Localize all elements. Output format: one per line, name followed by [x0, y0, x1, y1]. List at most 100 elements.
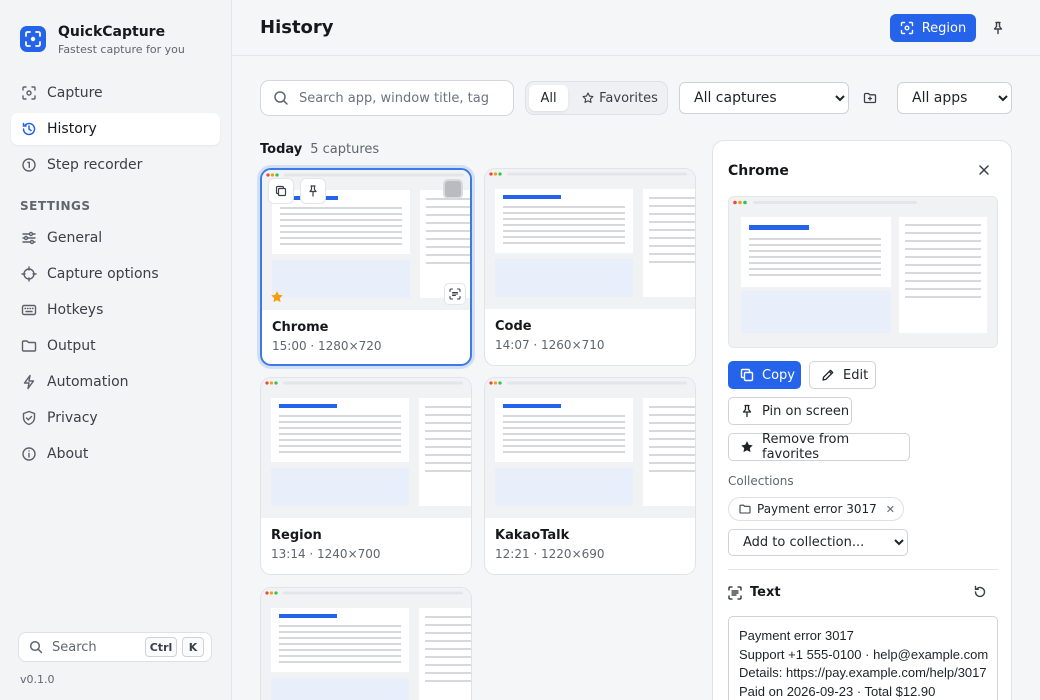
main-nav: Capture History Step recorder — [11, 77, 220, 185]
capture-card-partial[interactable] — [260, 587, 472, 700]
settings-nav: General Capture options Hotkeys Output A… — [11, 222, 220, 474]
text-section-label: Text — [750, 585, 781, 600]
collection-chip-label: Payment error 3017 — [757, 502, 877, 516]
pin-on-screen-button[interactable]: Pin on screen — [728, 397, 852, 425]
page-title: History — [260, 17, 334, 38]
capture-thumbnail — [261, 378, 471, 518]
pin-window-button[interactable] — [988, 18, 1008, 38]
capture-thumbnail — [261, 588, 471, 700]
capture-card-kakaotalk[interactable]: KakaoTalk 12:21 · 1220×690 — [484, 377, 696, 575]
filter-segmented-control: All Favorites — [525, 81, 668, 115]
sidebar-item-capture-options[interactable]: Capture options — [11, 258, 220, 290]
copy-icon — [275, 185, 287, 197]
add-to-collection-select[interactable]: Add to collection... — [728, 529, 908, 556]
capture-card-region[interactable]: Region 13:14 · 1240×700 — [260, 377, 472, 575]
sidebar-item-general[interactable]: General — [11, 222, 220, 254]
capture-type-select[interactable]: All captures — [679, 82, 849, 114]
remove-collection-icon[interactable]: ✕ — [886, 503, 895, 516]
copy-icon — [740, 368, 754, 382]
capture-detail-panel: Chrome Copy Edit Pin on screen Remove fr… — [712, 140, 1012, 700]
sidebar-item-hotkeys[interactable]: Hotkeys — [11, 294, 220, 326]
card-meta: 12:21 · 1220×690 — [495, 547, 605, 561]
remove-favorites-label: Remove from favorites — [762, 432, 850, 462]
edit-button[interactable]: Edit — [809, 361, 876, 389]
card-title: KakaoTalk — [495, 528, 570, 543]
sidebar-item-step-recorder[interactable]: Step recorder — [11, 149, 220, 181]
detail-preview-image — [728, 196, 998, 348]
region-capture-icon — [900, 21, 914, 35]
card-title: Code — [495, 319, 532, 334]
text-scan-icon — [449, 288, 461, 300]
filter-all-button[interactable]: All — [529, 85, 568, 111]
sidebar-item-output[interactable]: Output — [11, 330, 220, 362]
sidebar-item-history[interactable]: History — [11, 113, 220, 145]
sidebar-item-automation[interactable]: Automation — [11, 366, 220, 398]
filter-favorites-button[interactable]: Favorites — [574, 85, 666, 111]
app-name: QuickCapture — [58, 24, 166, 40]
pin-on-screen-label: Pin on screen — [762, 403, 850, 419]
edit-button-label: Edit — [843, 367, 869, 383]
star-outline-icon — [582, 92, 594, 104]
favorite-star-icon — [270, 290, 284, 304]
sidebar: QuickCapture Fastest capture for you Cap… — [0, 0, 232, 700]
app-filter-select[interactable]: All apps — [897, 82, 1012, 114]
sidebar-search-button[interactable]: Search Ctrl K — [18, 632, 212, 662]
app-logo-icon — [20, 26, 46, 52]
rerun-ocr-button[interactable] — [973, 585, 989, 601]
sidebar-item-label: Capture options — [47, 266, 159, 282]
sidebar-item-label: Hotkeys — [47, 302, 104, 318]
capture-thumbnail — [485, 378, 695, 518]
app-version: v0.1.0 — [20, 673, 55, 686]
pin-icon — [307, 185, 319, 197]
header: History Region — [232, 0, 1040, 56]
sidebar-item-privacy[interactable]: Privacy — [11, 402, 220, 434]
sidebar-item-label: General — [47, 230, 103, 246]
pin-icon — [991, 21, 1005, 35]
card-copy-button[interactable] — [268, 178, 294, 204]
kbd-ctrl: Ctrl — [145, 637, 177, 657]
date-group-header: Today 5 captures — [260, 142, 379, 157]
remove-from-favorites-button[interactable]: Remove from favorites — [728, 432, 910, 462]
search-icon — [29, 640, 43, 654]
copy-button-label: Copy — [762, 367, 795, 383]
ocr-text-area[interactable]: Payment error 3017 Support +1 555-0100 ·… — [728, 616, 998, 700]
card-meta: 13:14 · 1240×700 — [271, 547, 381, 561]
history-search — [260, 80, 514, 116]
close-icon — [978, 164, 990, 176]
shield-icon — [21, 410, 37, 426]
sidebar-item-label: Capture — [47, 85, 103, 101]
sidebar-item-capture[interactable]: Capture — [11, 77, 220, 109]
date-group-count: 5 captures — [310, 142, 380, 157]
pencil-icon — [821, 368, 835, 382]
text-section-header: Text — [728, 585, 781, 600]
refresh-icon — [973, 585, 989, 599]
capture-thumbnail — [485, 169, 695, 309]
card-title: Chrome — [272, 320, 329, 335]
card-select-checkbox[interactable] — [443, 179, 463, 199]
folder-icon — [739, 503, 751, 515]
sidebar-item-label: Output — [47, 338, 96, 354]
detail-title: Chrome — [728, 163, 789, 179]
region-capture-button[interactable]: Region — [890, 14, 976, 42]
open-folder-button[interactable] — [860, 88, 880, 108]
divider — [728, 569, 998, 570]
capture-card-code[interactable]: Code 14:07 · 1260×710 — [484, 168, 696, 366]
app-tagline: Fastest capture for you — [58, 43, 185, 56]
copy-button[interactable]: Copy — [728, 361, 801, 389]
card-pin-button[interactable] — [300, 178, 326, 204]
history-search-input[interactable] — [299, 90, 499, 106]
sidebar-item-label: Privacy — [47, 410, 98, 426]
capture-card-chrome[interactable]: Chrome 15:00 · 1280×720 — [260, 168, 472, 366]
brand: QuickCapture Fastest capture for you — [20, 24, 185, 56]
card-title: Region — [271, 528, 322, 543]
sidebar-item-about[interactable]: About — [11, 438, 220, 470]
search-icon — [273, 90, 289, 106]
sidebar-search-label: Search — [52, 639, 97, 655]
collection-chip: Payment error 3017 ✕ — [728, 497, 904, 521]
text-scan-icon — [728, 585, 742, 600]
detail-close-button[interactable] — [975, 161, 993, 179]
sliders-icon — [21, 230, 37, 246]
sidebar-item-label: History — [47, 121, 97, 137]
card-ocr-button[interactable] — [444, 283, 466, 305]
date-group-label: Today — [260, 142, 303, 157]
